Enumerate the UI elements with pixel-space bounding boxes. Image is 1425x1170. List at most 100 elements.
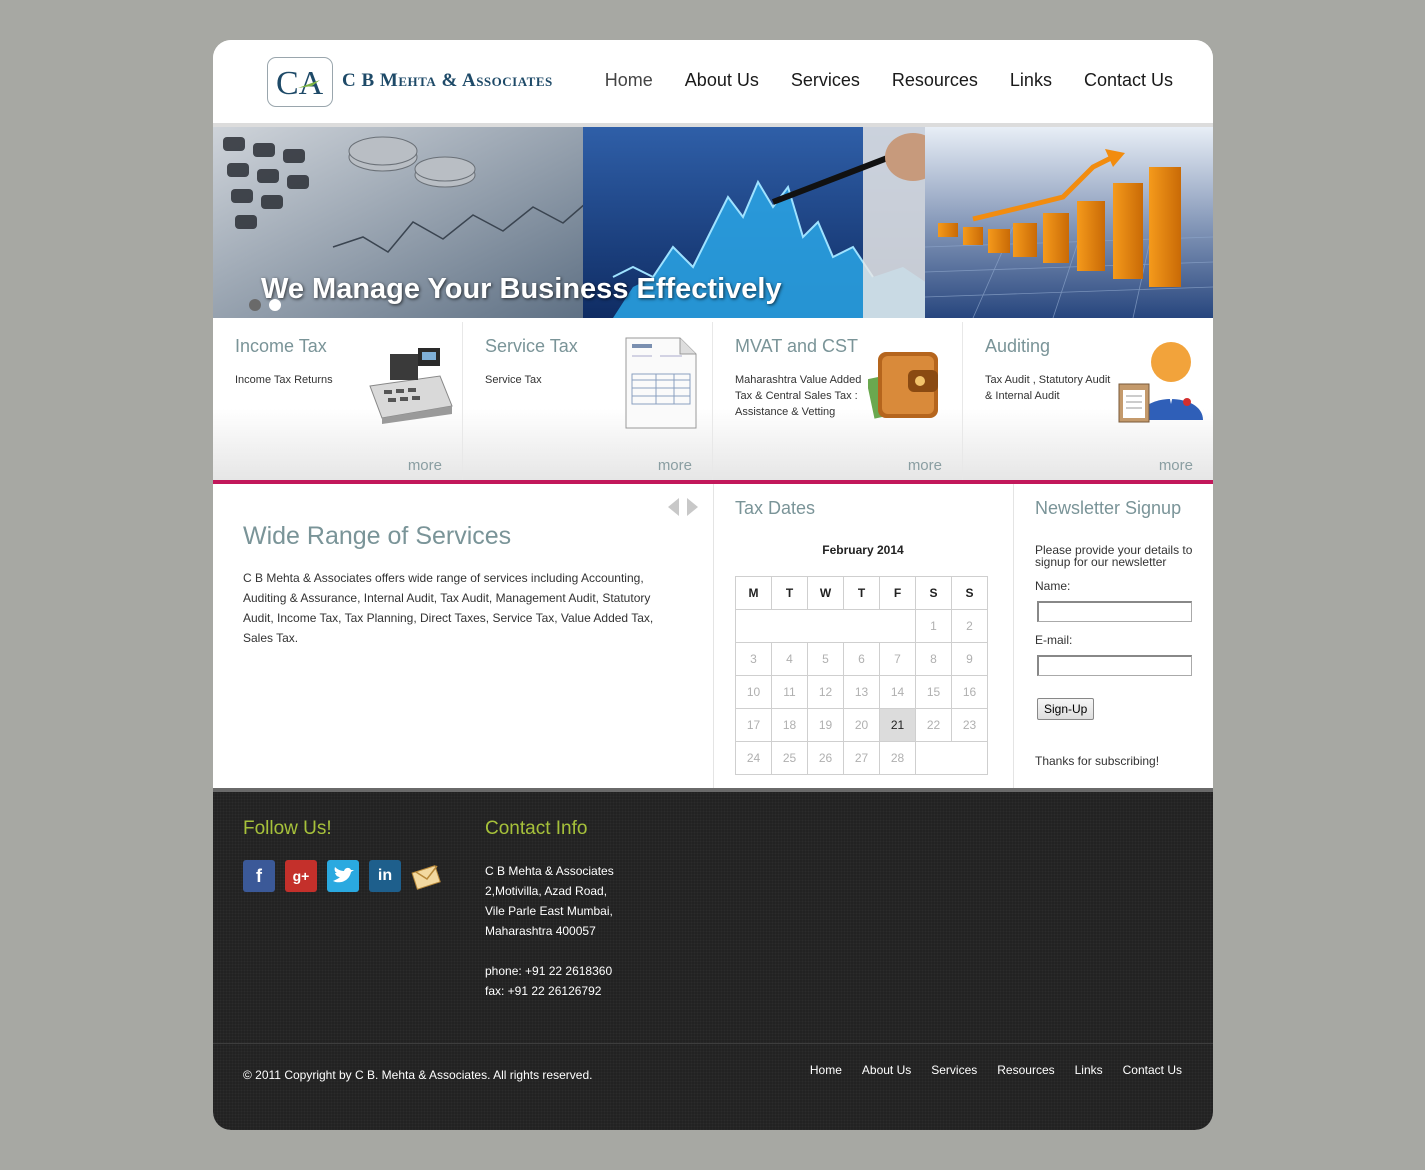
service-more-link[interactable]: more — [658, 457, 692, 474]
calendar-day[interactable]: 27 — [843, 741, 880, 775]
name-label: Name: — [1035, 579, 1071, 593]
weekday-header: T — [771, 576, 808, 610]
calendar-day[interactable]: 17 — [735, 708, 772, 742]
calendar-day[interactable]: 12 — [807, 675, 844, 709]
service-desc: Tax Audit , Statutory Audit & Internal A… — [985, 374, 1111, 402]
service-more-link[interactable]: more — [908, 457, 942, 474]
header: CA C B Mehta & Associates Home About Us … — [213, 40, 1213, 123]
service-title[interactable]: Auditing — [985, 336, 1050, 357]
cash-register-icon — [369, 348, 453, 424]
follow-us-title: Follow Us! — [243, 818, 332, 839]
content-area: Wide Range of Services C B Mehta & Assoc… — [213, 484, 1213, 788]
service-title[interactable]: Income Tax — [235, 336, 327, 357]
nav-resources[interactable]: Resources — [892, 70, 978, 91]
tax-dates-column: Tax Dates February 2014 M T W T F S S 1 … — [714, 484, 1014, 788]
signup-button[interactable]: Sign-Up — [1037, 698, 1095, 720]
calendar-day[interactable]: 1 — [915, 609, 952, 643]
calendar-day[interactable]: 2 — [951, 609, 988, 643]
google-plus-icon[interactable]: g+ — [285, 860, 317, 892]
email-field[interactable] — [1037, 655, 1192, 676]
calendar-day[interactable]: 13 — [843, 675, 880, 709]
calendar-day[interactable]: 22 — [915, 708, 952, 742]
calendar-day[interactable]: 3 — [735, 642, 772, 676]
services-column: Wide Range of Services C B Mehta & Assoc… — [213, 484, 714, 788]
service-desc: Maharashtra Value Added Tax & Central Sa… — [735, 374, 862, 418]
calendar-day[interactable]: 23 — [951, 708, 988, 742]
logo-letters: CA — [276, 65, 324, 102]
calendar-day-today[interactable]: 21 — [879, 708, 916, 742]
footer: Follow Us! f g+ in Contact Info C B Meht… — [213, 792, 1213, 1130]
calendar: M T W T F S S 1 2 3 4 5 6 7 8 9 10 11 12… — [735, 576, 988, 775]
service-title[interactable]: Service Tax — [485, 336, 578, 357]
calendar-day[interactable]: 18 — [771, 708, 808, 742]
calendar-empty-cell — [735, 609, 916, 643]
service-more-link[interactable]: more — [1159, 457, 1193, 474]
brand-name[interactable]: C B Mehta & Associates — [342, 70, 553, 92]
service-box-mvat-cst: MVAT and CST Maharashtra Value Added Tax… — [713, 322, 963, 480]
calendar-day[interactable]: 28 — [879, 741, 916, 775]
service-boxes: Income Tax Income Tax Returns more Servi… — [213, 322, 1213, 480]
service-desc: Service Tax — [485, 374, 542, 386]
calendar-day[interactable]: 8 — [915, 642, 952, 676]
footer-nav-links[interactable]: Links — [1075, 1063, 1103, 1077]
calendar-day[interactable]: 16 — [951, 675, 988, 709]
twitter-icon[interactable] — [327, 860, 359, 892]
next-arrow-icon[interactable] — [687, 498, 698, 516]
contact-fax: fax: +91 22 26126792 — [485, 984, 602, 998]
calendar-day[interactable]: 9 — [951, 642, 988, 676]
name-field[interactable] — [1037, 601, 1192, 622]
calendar-day[interactable]: 15 — [915, 675, 952, 709]
auditor-icon — [1118, 342, 1203, 423]
prev-arrow-icon[interactable] — [668, 498, 679, 516]
calendar-day[interactable]: 10 — [735, 675, 772, 709]
calendar-day[interactable]: 19 — [807, 708, 844, 742]
contact-line: 2,Motivilla, Azad Road, — [485, 884, 608, 898]
nav-services[interactable]: Services — [791, 70, 860, 91]
newsletter-text: Please provide your details to signup fo… — [1035, 543, 1193, 569]
footer-rule — [213, 1043, 1213, 1044]
footer-nav-resources[interactable]: Resources — [997, 1063, 1054, 1077]
calendar-day[interactable]: 4 — [771, 642, 808, 676]
facebook-icon[interactable]: f — [243, 860, 275, 892]
calendar-day[interactable]: 20 — [843, 708, 880, 742]
footer-nav-about-us[interactable]: About Us — [862, 1063, 911, 1077]
calendar-day[interactable]: 14 — [879, 675, 916, 709]
service-box-service-tax: Service Tax Service Tax more — [463, 322, 713, 480]
service-box-auditing: Auditing Tax Audit , Statutory Audit & I… — [963, 322, 1213, 480]
calendar-day[interactable]: 6 — [843, 642, 880, 676]
footer-nav-home[interactable]: Home — [810, 1063, 842, 1077]
nav-about-us[interactable]: About Us — [685, 70, 759, 91]
nav-home[interactable]: Home — [605, 70, 653, 91]
calendar-day[interactable]: 24 — [735, 741, 772, 775]
contact-phone: phone: +91 22 2618360 — [485, 964, 613, 978]
banner-caption: We Manage Your Business Effectively — [261, 273, 782, 305]
contact-line: Maharashtra 400057 — [485, 924, 596, 938]
calendar-day[interactable]: 25 — [771, 741, 808, 775]
ca-logo-icon: CA — [276, 65, 324, 102]
invoice-icon — [625, 337, 697, 429]
calendar-day[interactable]: 11 — [771, 675, 808, 709]
email-icon[interactable] — [411, 860, 443, 892]
email-label: E-mail: — [1035, 633, 1073, 647]
calendar-day[interactable]: 5 — [807, 642, 844, 676]
calendar-empty-cell — [915, 741, 988, 775]
contact-info-title: Contact Info — [485, 818, 588, 839]
footer-nav-services[interactable]: Services — [931, 1063, 977, 1077]
nav-contact-us[interactable]: Contact Us — [1084, 70, 1173, 91]
footer-nav-contact-us[interactable]: Contact Us — [1123, 1063, 1182, 1077]
page-container: CA C B Mehta & Associates Home About Us … — [213, 40, 1213, 1130]
service-box-income-tax: Income Tax Income Tax Returns more — [213, 322, 463, 480]
calendar-day[interactable]: 26 — [807, 741, 844, 775]
weekday-header: S — [915, 576, 952, 610]
logo[interactable]: CA — [267, 57, 333, 107]
calendar-day[interactable]: 7 — [879, 642, 916, 676]
nav-links[interactable]: Links — [1010, 70, 1052, 91]
slide-dot-2[interactable] — [269, 299, 281, 311]
service-more-link[interactable]: more — [408, 457, 442, 474]
weekday-header: W — [807, 576, 844, 610]
newsletter-column: Newsletter Signup Please provide your de… — [1014, 484, 1213, 788]
linkedin-icon[interactable]: in — [369, 860, 401, 892]
contact-line: C B Mehta & Associates — [485, 864, 614, 878]
service-title[interactable]: MVAT and CST — [735, 336, 858, 357]
slide-dot-1[interactable] — [249, 299, 261, 311]
